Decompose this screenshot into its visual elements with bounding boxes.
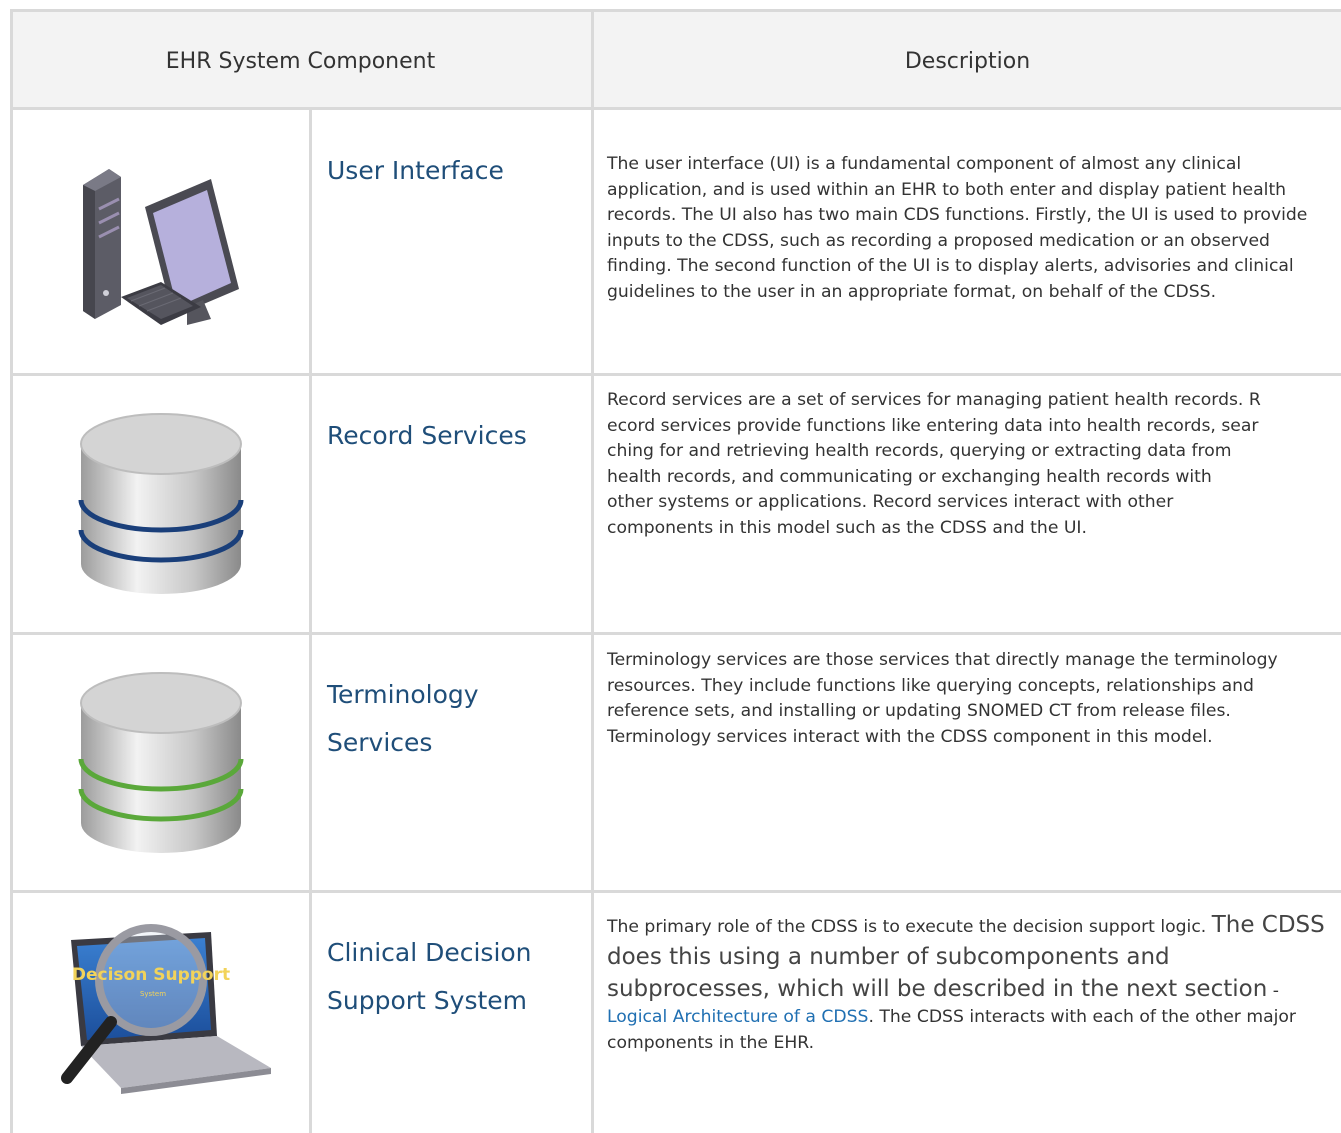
description-user-interface: The user interface (UI) is a fundamental… — [607, 154, 1308, 302]
description-line: components in this model such as the CDS… — [607, 517, 1087, 538]
ehr-components-table: EHR System Component Description User In… — [10, 9, 1341, 1133]
description-line: health records, and communicating or exc… — [607, 466, 1212, 487]
component-name-line: Record Services — [327, 421, 527, 450]
database-icon — [13, 376, 309, 632]
description-cdss: The primary role of the CDSS is to execu… — [607, 909, 1339, 1056]
description-record-services: Record services are a set of services fo… — [607, 388, 1339, 541]
description-text: - — [1267, 981, 1279, 1001]
magnifier-laptop-text: Decison Support — [72, 965, 230, 985]
description-line: ching for and retrieving health records,… — [607, 441, 1232, 461]
component-name-user-interface: User Interface — [327, 147, 587, 195]
component-name-line: Terminology — [327, 680, 479, 709]
component-name-record-services: Record Services — [327, 412, 587, 460]
icon-column-divider — [309, 110, 312, 1133]
description-terminology-services: Terminology services are those services … — [607, 650, 1278, 747]
description-line: ecord services provide functions like en… — [607, 415, 1259, 436]
description-line: other systems or applications. Record se… — [607, 492, 1174, 512]
component-name-cdss: Clinical Decision Support System — [327, 929, 587, 1025]
logical-architecture-link[interactable]: Logical Architecture of a CDSS — [607, 1007, 868, 1027]
computer-icon — [13, 110, 309, 373]
component-name-line: Support System — [327, 986, 527, 1015]
column-divider — [591, 12, 594, 1133]
component-name-line: Clinical Decision — [327, 938, 532, 967]
description-text: The primary role of the CDSS is to execu… — [607, 917, 1212, 937]
magnifier-laptop-icon: Decison Support System — [13, 893, 309, 1133]
component-name-terminology-services: Terminology Services — [327, 671, 587, 767]
component-name-line: Services — [327, 728, 433, 757]
header-description: Description — [904, 48, 1031, 74]
description-line: Record services are a set of services fo… — [607, 390, 1261, 410]
header-component: EHR System Component — [165, 48, 436, 74]
component-name-line: User Interface — [327, 156, 504, 185]
database-icon — [13, 635, 309, 890]
magnifier-laptop-subtext: System — [140, 990, 166, 998]
